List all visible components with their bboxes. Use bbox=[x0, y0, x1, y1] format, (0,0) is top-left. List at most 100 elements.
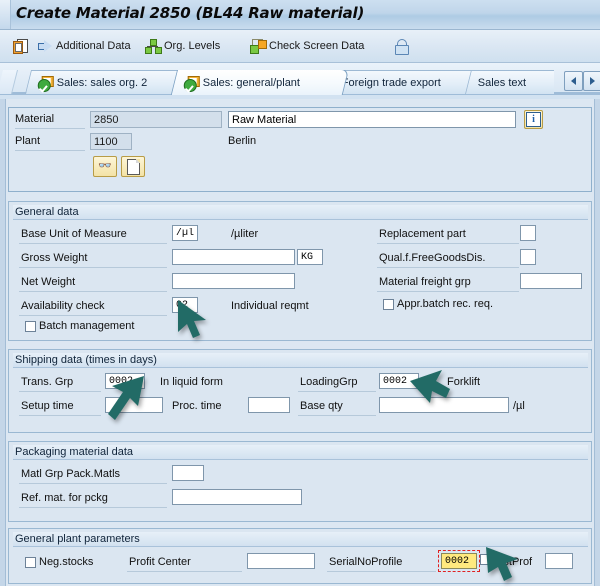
matl-group-pack-label: Matl Grp Pack.Matls bbox=[21, 468, 121, 480]
section-packaging-material-data: Packaging material data Matl Grp Pack.Ma… bbox=[8, 441, 592, 522]
new-page-button[interactable] bbox=[121, 156, 145, 177]
serial-no-profile-label: SerialNoProfile bbox=[329, 556, 403, 568]
section-shipping-data-title: Shipping data (times in days) bbox=[15, 354, 157, 366]
lock-icon bbox=[394, 38, 409, 55]
display-glasses-icon: 👓 bbox=[98, 160, 112, 172]
ref-material-pckg-label: Ref. mat. for pckg bbox=[21, 492, 108, 504]
material-header-box: Material i Plant Berlin 👓 bbox=[8, 107, 592, 192]
title-bar-edge bbox=[0, 0, 11, 29]
base-qty-input[interactable] bbox=[379, 397, 509, 413]
section-general-data-header bbox=[13, 205, 588, 220]
blue-arrow-icon bbox=[38, 39, 53, 53]
tab-scroll-left-button[interactable] bbox=[564, 71, 583, 91]
material-freight-group-input[interactable] bbox=[520, 273, 582, 289]
check-screen-data-label: Check Screen Data bbox=[269, 40, 365, 52]
gross-weight-unit-input[interactable] bbox=[297, 249, 323, 265]
qual-free-goods-label: Qual.f.FreeGoodsDis. bbox=[379, 252, 486, 264]
dist-prof-label: DistProf bbox=[493, 556, 533, 568]
loading-group-input[interactable] bbox=[379, 373, 419, 389]
gross-weight-input[interactable] bbox=[172, 249, 295, 265]
clipboard-button[interactable] bbox=[10, 35, 33, 57]
info-icon: i bbox=[526, 112, 541, 127]
display-glasses-button[interactable]: 👓 bbox=[93, 156, 117, 177]
check-screen-icon bbox=[250, 39, 267, 54]
tab-foreign-trade-export[interactable]: Foreign trade export bbox=[329, 70, 483, 94]
section-packaging-title: Packaging material data bbox=[15, 446, 134, 458]
lock-button[interactable] bbox=[392, 35, 413, 57]
matl-group-pack-input[interactable] bbox=[172, 465, 204, 481]
window-title-bar: Create Material 2850 (BL44 Raw material) bbox=[0, 0, 600, 30]
plant-label: Plant bbox=[15, 135, 41, 147]
tab-sales-text[interactable]: Sales text bbox=[465, 70, 554, 94]
plant-description: Berlin bbox=[228, 135, 257, 147]
tab-label: Foreign trade export bbox=[341, 76, 441, 89]
proc-time-label: Proc. time bbox=[172, 400, 222, 412]
section-shipping-data: Shipping data (times in days) Trans. Grp… bbox=[8, 349, 592, 433]
trans-group-label: Trans. Grp bbox=[21, 376, 74, 388]
trans-group-input[interactable] bbox=[105, 373, 145, 389]
trans-group-description: In liquid form bbox=[160, 376, 223, 388]
availability-check-label: Availability check bbox=[21, 300, 105, 312]
neg-stocks-checkbox[interactable] bbox=[25, 557, 36, 568]
material-label: Material bbox=[15, 113, 55, 125]
material-description-input[interactable] bbox=[228, 111, 516, 128]
setup-time-input[interactable] bbox=[105, 397, 163, 413]
page-title: Create Material 2850 (BL44 Raw material) bbox=[16, 4, 365, 22]
tab-scroll-right-button[interactable] bbox=[583, 71, 600, 91]
base-uom-label: Base Unit of Measure bbox=[21, 228, 127, 240]
proc-time-input[interactable] bbox=[248, 397, 290, 413]
net-weight-input[interactable] bbox=[172, 273, 295, 289]
loading-group-description: Forklift bbox=[447, 376, 480, 388]
org-levels-button[interactable]: Org. Levels bbox=[143, 35, 222, 57]
batch-management-checkbox[interactable] bbox=[25, 321, 36, 332]
sap-material-master-window: Create Material 2850 (BL44 Raw material)… bbox=[0, 0, 600, 586]
sales-status-icon bbox=[37, 75, 54, 92]
net-weight-label: Net Weight bbox=[21, 276, 76, 288]
qual-free-goods-input[interactable] bbox=[520, 249, 536, 265]
page-icon bbox=[126, 158, 140, 175]
material-info-button[interactable]: i bbox=[524, 110, 543, 129]
tab-bar: Sales: sales org. 2 Sales: general/plant… bbox=[0, 63, 600, 99]
section-plant-params-title: General plant parameters bbox=[15, 533, 140, 545]
tab-label: Sales: general/plant bbox=[202, 76, 301, 89]
chevron-right-icon bbox=[590, 77, 595, 85]
check-screen-data-button[interactable]: Check Screen Data bbox=[248, 35, 366, 57]
base-uom-description: /µliter bbox=[231, 228, 259, 240]
dist-prof-input[interactable] bbox=[545, 553, 573, 569]
loading-group-label: LoadingGrp bbox=[300, 376, 358, 388]
profit-center-input[interactable] bbox=[247, 553, 315, 569]
sales-status-icon bbox=[183, 75, 200, 92]
dist-prof-checkbox[interactable] bbox=[480, 554, 491, 565]
org-levels-label: Org. Levels bbox=[164, 40, 221, 52]
additional-data-button[interactable]: Additional Data bbox=[36, 35, 133, 57]
tab-label: Sales: sales org. 2 bbox=[56, 76, 148, 89]
replacement-part-input[interactable] bbox=[520, 225, 536, 241]
section-general-data-title: General data bbox=[15, 206, 79, 218]
form-left-rail bbox=[0, 99, 6, 586]
ref-material-pckg-input[interactable] bbox=[172, 489, 302, 505]
availability-check-input[interactable] bbox=[172, 297, 198, 313]
tab-label: Sales text bbox=[477, 76, 527, 89]
tab-sales-general-plant[interactable]: Sales: general/plant bbox=[170, 70, 350, 95]
serial-no-profile-input[interactable] bbox=[441, 553, 477, 569]
chevron-left-icon bbox=[571, 77, 576, 85]
clipboard-icon bbox=[12, 38, 28, 54]
plant-number-input[interactable] bbox=[90, 133, 132, 150]
tab-scroll-region: Sales: sales org. 2 Sales: general/plant… bbox=[6, 70, 554, 95]
material-number-input[interactable] bbox=[90, 111, 222, 128]
replacement-part-label: Replacement part bbox=[379, 228, 466, 240]
org-levels-icon bbox=[145, 39, 162, 54]
tab-sales-sales-org-2[interactable]: Sales: sales org. 2 bbox=[25, 70, 191, 94]
availability-check-description: Individual reqmt bbox=[231, 300, 309, 312]
base-qty-label: Base qty bbox=[300, 400, 343, 412]
section-general-data: General data Base Unit of Measure /µlite… bbox=[8, 201, 592, 341]
base-uom-input[interactable] bbox=[172, 225, 198, 241]
material-freight-group-label: Material freight grp bbox=[379, 276, 471, 288]
approved-batch-record-checkbox[interactable] bbox=[383, 299, 394, 310]
additional-data-label: Additional Data bbox=[56, 40, 131, 52]
batch-management-label: Batch management bbox=[39, 320, 135, 332]
setup-time-label: Setup time bbox=[21, 400, 74, 412]
application-toolbar: Additional Data Org. Levels Check Screen… bbox=[0, 30, 600, 63]
approved-batch-record-label: Appr.batch rec. req. bbox=[397, 298, 493, 310]
form-right-rail bbox=[594, 99, 600, 586]
